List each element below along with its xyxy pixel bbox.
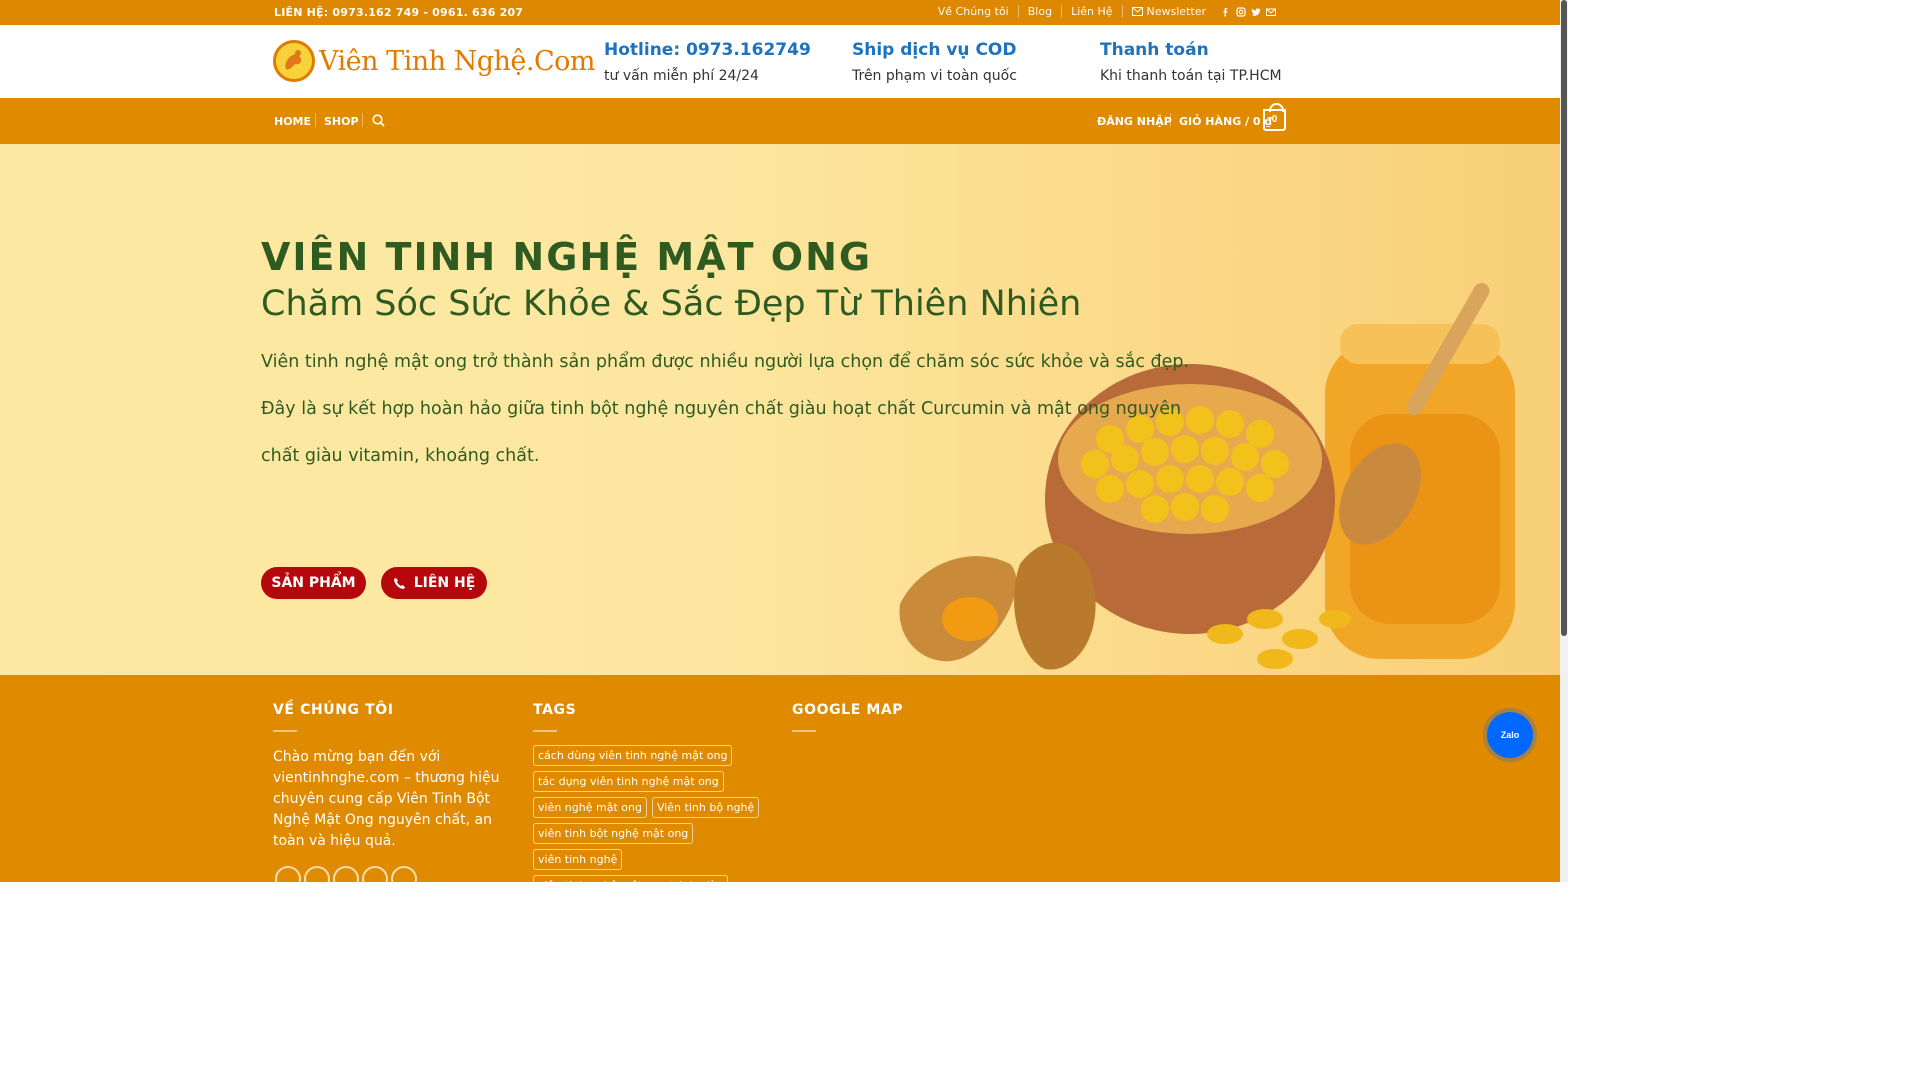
feature-subtitle: tư vấn miễn phí 24/24 [604, 68, 759, 84]
email-icon[interactable] [1266, 7, 1276, 17]
top-link-contact[interactable]: Liên Hệ [1062, 5, 1123, 18]
site-logo[interactable]: Viên Tinh Nghệ.Com [273, 40, 596, 82]
turmeric-logo-icon [273, 40, 315, 82]
feature-hotline: Hotline: 0973.162749 tư vấn miễn phí 24/… [604, 40, 811, 84]
tag-link[interactable]: viên tinh bột nghệ mật ong [533, 823, 694, 844]
top-link-about[interactable]: Về Chúng tôi [929, 5, 1019, 18]
top-bar: LIÊN HỆ: 0973.162 749 - 0961. 636 207 Về… [0, 0, 1560, 25]
site-footer: VỀ CHÚNG TÔI Chào mừng bạn đến với vient… [0, 675, 1560, 896]
feature-shipping: Ship dịch vụ COD Trên phạm vi toàn quốc [852, 40, 1017, 84]
logo-text: Viên Tinh Nghệ.Com [319, 45, 596, 77]
hero-paragraph-1: Viên tinh nghệ mật ong trở thành sản phẩ… [261, 352, 1190, 372]
zalo-label: Zalo [1500, 730, 1520, 740]
newsletter-link[interactable]: Newsletter [1123, 5, 1215, 18]
feature-title: Thanh toán [1100, 40, 1209, 60]
footer-about-heading: VỀ CHÚNG TÔI [273, 702, 394, 718]
cart-count-badge[interactable]: 0 [1263, 103, 1286, 131]
hero-banner: VIÊN TINH NGHỆ MẬT ONG Chăm Sóc Sức Khỏe… [0, 144, 1560, 675]
feature-payment: Thanh toán Khi thanh toán tại TP.HCM [1100, 40, 1282, 84]
facebook-icon[interactable] [1221, 7, 1231, 17]
feature-title: Ship dịch vụ COD [852, 40, 1017, 60]
footer-social [275, 866, 417, 892]
footer-tags-heading: TAGS [533, 702, 577, 718]
site-header: Viên Tinh Nghệ.Com Hotline: 0973.162749 … [0, 25, 1560, 98]
tag-link[interactable]: viên nghệ mật ong [533, 797, 647, 818]
footer-about: VỀ CHÚNG TÔI Chào mừng bạn đến với vient… [273, 702, 509, 852]
feature-title: Hotline: 0973.162749 [604, 40, 811, 60]
footer-tags: TAGS cách dùng viên tinh nghệ mật ong tá… [533, 702, 768, 896]
twitter-icon[interactable] [1251, 7, 1261, 17]
footer-map: GOOGLE MAP [792, 702, 903, 732]
tag-link[interactable]: cách dùng viên tinh nghệ mật ong [533, 745, 733, 766]
hero-subtitle: Chăm Sóc Sức Khỏe & Sắc Đẹp Từ Thiên Nhi… [261, 284, 1082, 324]
hero-product-image [899, 282, 1515, 670]
newsletter-label: Newsletter [1146, 5, 1206, 18]
top-link-blog[interactable]: Blog [1019, 5, 1063, 18]
contact-button-label: LIÊN HỆ [413, 575, 476, 591]
nav-home[interactable]: HOME [274, 115, 311, 128]
search-icon[interactable] [372, 114, 385, 127]
top-nav: Về Chúng tôi Blog Liên Hệ Newsletter [929, 5, 1276, 18]
products-button-label: SẢN PHẨM [271, 575, 356, 591]
main-nav: HOME SHOP ĐĂNG NHẬP GIỎ HÀNG / 0 ₫ 0 [0, 98, 1560, 144]
nav-login[interactable]: ĐĂNG NHẬP [1097, 115, 1172, 128]
zalo-chat-button[interactable]: Zalo [1487, 712, 1533, 758]
products-button[interactable]: SẢN PHẨM [261, 567, 366, 599]
instagram-icon[interactable] [304, 866, 330, 892]
top-contact: LIÊN HỆ: 0973.162 749 - 0961. 636 207 [274, 6, 524, 19]
tag-link[interactable]: Viên tinh bộ nghệ [651, 797, 760, 818]
footer-map-heading: GOOGLE MAP [792, 702, 904, 718]
nav-shop[interactable]: SHOP [324, 115, 359, 128]
hero-title: VIÊN TINH NGHỆ MẬT ONG [261, 235, 873, 279]
footer-about-text: Chào mừng bạn đến với vientinhnghe.com –… [273, 749, 500, 849]
feature-subtitle: Trên phạm vi toàn quốc [852, 68, 1017, 84]
instagram-icon[interactable] [1236, 6, 1246, 17]
tag-link[interactable]: viên tinh nghệ mật ong trị dạ dày [533, 875, 729, 896]
facebook-icon[interactable] [275, 866, 301, 892]
envelope-icon [1131, 7, 1143, 16]
contact-button[interactable]: LIÊN HỆ [381, 567, 487, 599]
phone-icon [393, 577, 405, 589]
tag-link[interactable]: tác dụng viên tinh nghệ mật ong [533, 771, 724, 792]
email-icon[interactable] [362, 866, 388, 892]
hero-paragraph-3: chất giàu vitamin, khoáng chất. [261, 446, 540, 466]
feature-subtitle: Khi thanh toán tại TP.HCM [1100, 68, 1282, 84]
twitter-icon[interactable] [333, 866, 359, 892]
scrollbar[interactable] [1560, 0, 1568, 882]
tag-link[interactable]: viên tinh nghệ [533, 849, 623, 870]
nav-cart[interactable]: GIỎ HÀNG / 0 ₫ [1179, 115, 1272, 128]
pinterest-icon[interactable] [391, 866, 417, 892]
hero-paragraph-2: Đây là sự kết hợp hoàn hảo giữa tinh bột… [261, 399, 1182, 419]
scrollbar-thumb[interactable] [1561, 0, 1567, 636]
